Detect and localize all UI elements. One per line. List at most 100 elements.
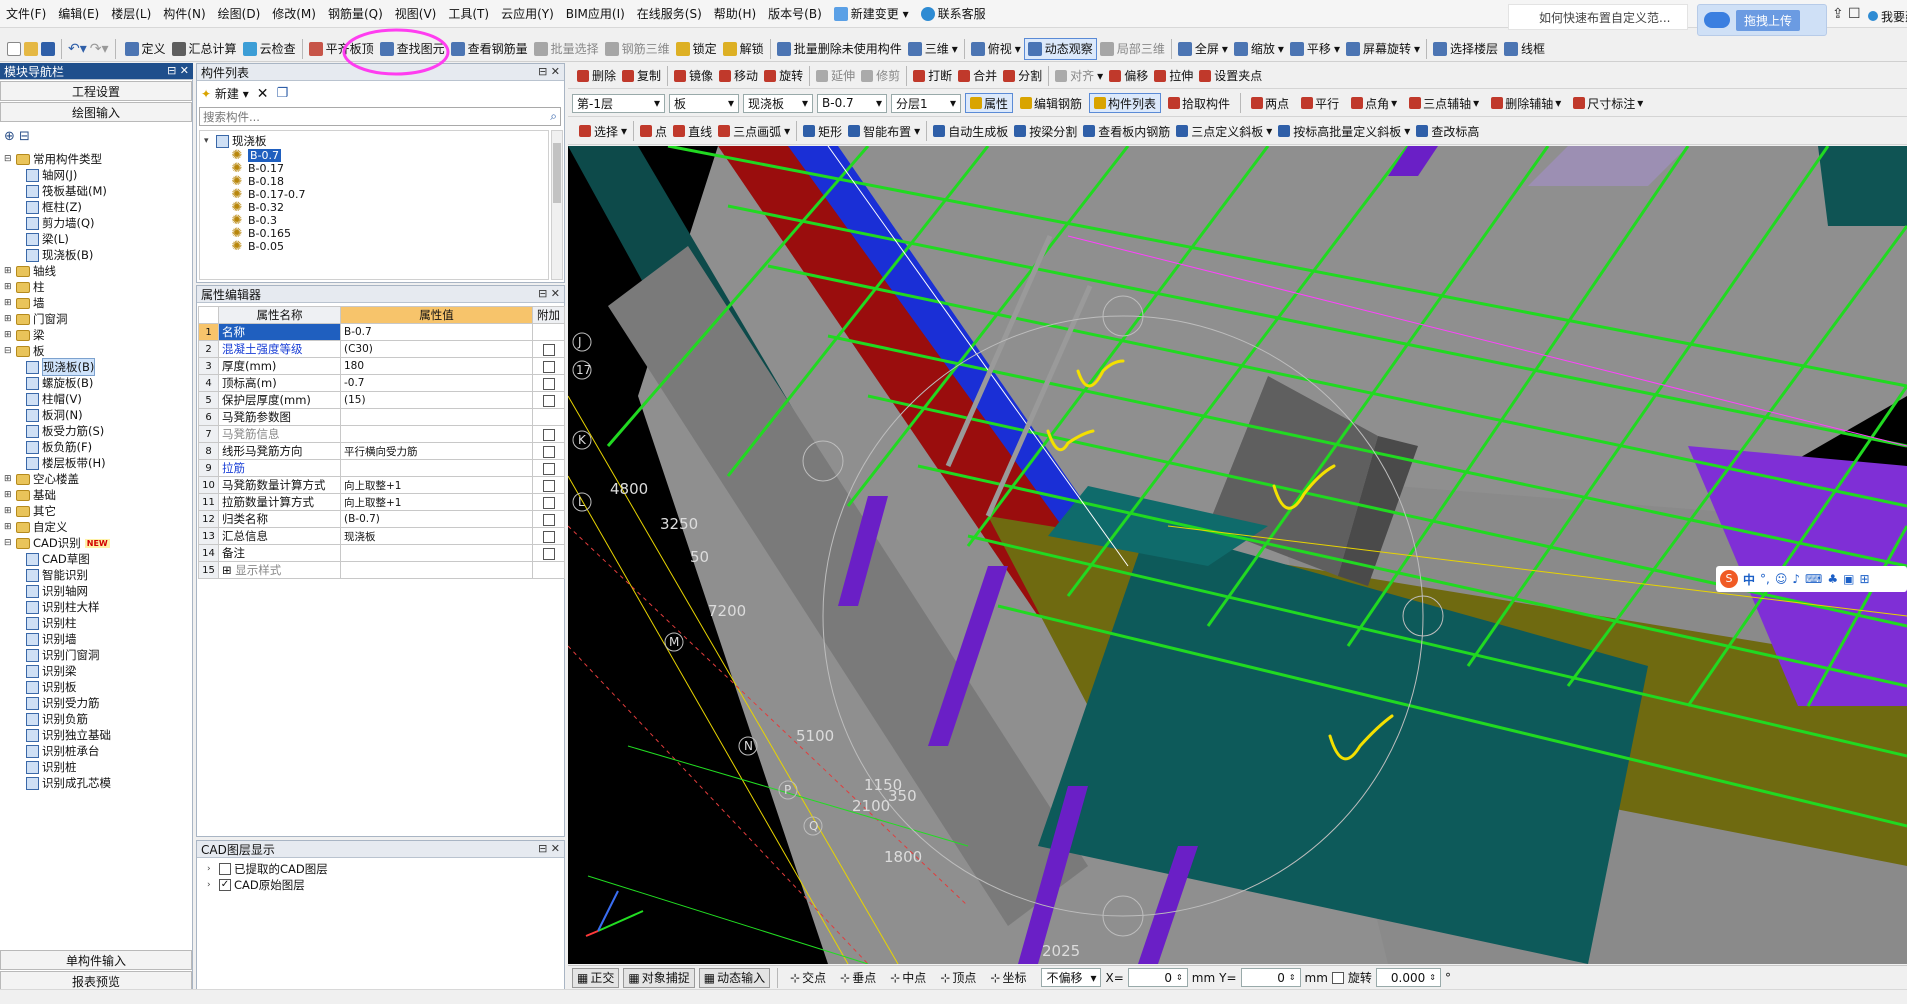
toolbar-btn-2[interactable]: 云检查 [240, 38, 299, 60]
model-3d-view[interactable]: J 17 K L M N P Q 4800 3250 50 7200 5100 … [568, 146, 1907, 964]
nav-item-18[interactable]: 板负筋(F) [26, 439, 92, 455]
nav-item-3[interactable]: 框柱(Z) [26, 199, 82, 215]
property-value[interactable]: 平行横向受力筋 [340, 442, 533, 460]
menu-11[interactable]: 在线服务(S) [631, 0, 708, 27]
nav-item-14[interactable]: 螺旋板(B) [26, 375, 93, 391]
toolbar-btn-19[interactable]: 选择楼层 [1430, 38, 1501, 60]
edit-btn-7[interactable]: 打断 [910, 65, 955, 87]
collapse-all-icon[interactable]: ⊟ [19, 129, 30, 144]
toolbar-btn-14[interactable]: 局部三维 [1097, 38, 1168, 60]
attach-checkbox[interactable] [542, 428, 555, 441]
expand-icon[interactable]: ⊞ [4, 506, 16, 516]
nav-item-7[interactable]: ⊞ 轴线 [4, 263, 56, 279]
nav-item-10[interactable]: ⊞ 门窗洞 [4, 311, 68, 327]
floor-select[interactable]: 第-1层 ▾ [572, 93, 665, 113]
edit-btn-9[interactable]: 分割 [1000, 65, 1045, 87]
status-toggle-2[interactable]: ▦ 动态输入 [698, 967, 771, 988]
pin-close-icon[interactable]: ⊟ ✕ [538, 842, 560, 855]
rotate-checkbox[interactable] [1331, 971, 1344, 984]
toolbar-btn-8[interactable]: 锁定 [673, 38, 720, 60]
nav-item-5[interactable]: 梁(L) [26, 231, 69, 247]
edit-btn-11[interactable]: 偏移 [1106, 65, 1151, 87]
property-row[interactable]: 13 汇总信息 现浇板 [198, 527, 565, 545]
toolbar-btn-15[interactable]: 全屏 ▾ [1175, 38, 1231, 60]
comp-btn-1[interactable]: 编辑钢筋 [1015, 93, 1087, 113]
property-row[interactable]: 10 马凳筋数量计算方式 向上取整+1 [198, 476, 565, 494]
complist-search[interactable]: ⌕ [199, 107, 561, 126]
nav-item-13[interactable]: 现浇板(B) [26, 358, 96, 376]
attach-checkbox[interactable] [542, 343, 555, 356]
expand-icon[interactable]: ⊞ [4, 522, 16, 532]
edit-btn-10[interactable]: 对齐 ▾ [1052, 65, 1106, 87]
attach-checkbox[interactable] [542, 360, 555, 373]
attach-checkbox[interactable] [542, 496, 555, 509]
status-toggle-1[interactable]: ▦ 对象捕捉 [623, 967, 695, 988]
collapse-icon[interactable]: ⊟ [4, 346, 16, 356]
layer-checkbox[interactable] [219, 863, 231, 875]
nav-item-6[interactable]: 现浇板(B) [26, 247, 93, 263]
undo-icon[interactable]: ↶▾ [68, 41, 87, 57]
edit-btn-3[interactable]: 移动 [716, 65, 761, 87]
edit-btn-2[interactable]: 镜像 [671, 65, 716, 87]
nav-item-12[interactable]: ⊟ 板 [4, 343, 45, 359]
attach-checkbox[interactable] [542, 462, 555, 475]
attach-checkbox[interactable] [542, 530, 555, 543]
drawing-input-button[interactable]: 绘图输入 [0, 102, 192, 122]
cad-layer-extracted[interactable]: › 已提取的CAD图层 [207, 861, 328, 877]
spin-icon[interactable]: ⇕ [1429, 973, 1436, 982]
coord-input[interactable]: 0.000 ⇕ [1375, 968, 1441, 987]
toolbar-btn-0[interactable]: 定义 [122, 38, 169, 60]
expand-icon[interactable]: › [207, 864, 219, 874]
property-value[interactable]: (B-0.7) [340, 510, 533, 528]
pin-icon[interactable]: ⊟ ✕ [167, 64, 189, 77]
property-value[interactable]: 向上取整+1 [340, 476, 533, 494]
nav-item-0[interactable]: ⊟ 常用构件类型 [4, 151, 102, 167]
edit-btn-1[interactable]: 复制 [619, 65, 664, 87]
keyboard-icon[interactable]: ⌨ [1805, 572, 1822, 586]
project-settings-button[interactable]: 工程设置 [0, 81, 192, 101]
nav-item-31[interactable]: 识别门窗洞 [26, 647, 100, 663]
toolbar-btn-4[interactable]: 查找图元 [377, 38, 448, 60]
nav-item-1[interactable]: 轴网(J) [26, 167, 77, 183]
layer-checkbox-checked[interactable]: ✓ [219, 879, 231, 891]
expand-icon[interactable]: ⊞ [4, 330, 16, 340]
property-value[interactable] [340, 561, 533, 579]
nav-item-17[interactable]: 板受力筋(S) [26, 423, 104, 439]
attach-checkbox[interactable] [542, 513, 555, 526]
property-row[interactable]: 3 厚度(mm) 180 [198, 357, 565, 375]
edit-btn-6[interactable]: 修剪 [858, 65, 903, 87]
property-row[interactable]: 15 ⊞ 显示样式 [198, 561, 565, 579]
expand-plus-icon[interactable]: ⊞ [222, 563, 235, 577]
comp-btn-6[interactable]: 点角 ▾ [1346, 93, 1402, 113]
comp-btn-0[interactable]: 属性 [965, 93, 1014, 113]
account-label[interactable]: 我要建 [1868, 8, 1907, 25]
new-component-button[interactable]: ✦ 新建 ▾ [201, 85, 249, 102]
spin-icon[interactable]: ⇕ [1289, 973, 1296, 982]
ime-toolbar[interactable]: S 中 °, ☺ ♪ ⌨ ♣ ▣ ⊞ [1716, 566, 1907, 592]
open-file-icon[interactable] [24, 41, 38, 56]
nav-item-16[interactable]: 板洞(N) [26, 407, 83, 423]
property-value[interactable] [340, 459, 533, 477]
nav-item-39[interactable]: 识别成孔芯模 [26, 775, 111, 791]
comp-btn-5[interactable]: 平行 [1296, 93, 1344, 113]
expand-icon[interactable]: ⊞ [4, 314, 16, 324]
status-toggle-0[interactable]: ▦ 正交 [572, 967, 620, 988]
status-toggle-7[interactable]: ⊹ 坐标 [985, 968, 1031, 988]
scroll-thumb[interactable] [553, 143, 561, 203]
mic-icon[interactable]: ♪ [1792, 572, 1800, 586]
offset-select[interactable]: 不偏移 ▾ [1041, 968, 1102, 987]
property-value[interactable]: -0.7 [340, 374, 533, 392]
draw-btn-8[interactable]: 查看板内钢筋 [1080, 120, 1173, 142]
status-toggle-3[interactable]: ⊹ 交点 [785, 968, 831, 988]
menu-8[interactable]: 工具(T) [442, 0, 495, 27]
menu-13[interactable]: 版本号(B) [762, 0, 828, 27]
nav-item-22[interactable]: ⊞ 其它 [4, 503, 56, 519]
nav-item-4[interactable]: 剪力墙(Q) [26, 215, 95, 231]
layer-select[interactable]: 分层1 ▾ [891, 93, 961, 113]
property-row[interactable]: 7 马凳筋信息 [198, 425, 565, 443]
type-select[interactable]: 板 ▾ [669, 93, 739, 113]
nav-item-36[interactable]: 识别独立基础 [26, 727, 111, 743]
edit-btn-5[interactable]: 延伸 [813, 65, 858, 87]
attach-checkbox[interactable] [542, 394, 555, 407]
nav-item-25[interactable]: CAD草图 [26, 551, 90, 567]
